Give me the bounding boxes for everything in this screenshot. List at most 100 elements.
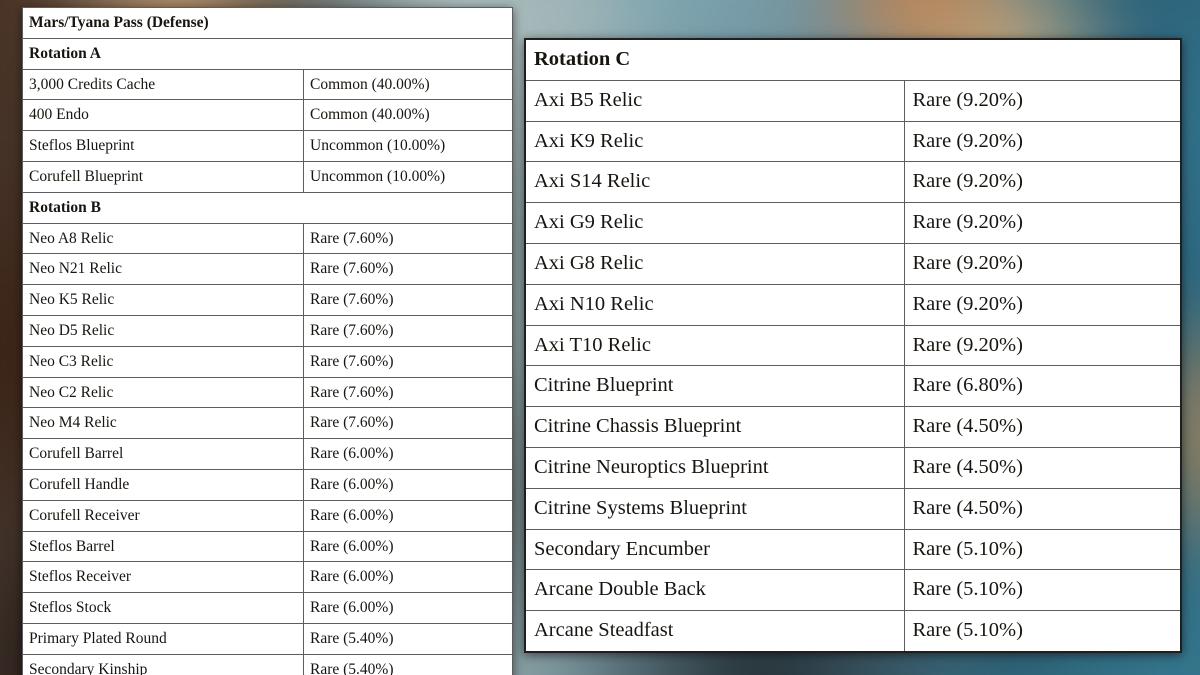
table-row: Neo N21 Relic Rare (7.60%) — [22, 253, 514, 286]
table-row: Axi G9 Relic Rare (9.20%) — [524, 202, 1182, 244]
reward-name-cell: Axi S14 Relic — [524, 161, 905, 204]
table-row: Arcane Steadfast Rare (5.10%) — [524, 610, 1182, 653]
table-row: Arcane Double Back Rare (5.10%) — [524, 569, 1182, 612]
reward-rarity-cell: Rare (6.00%) — [302, 468, 514, 501]
reward-rarity-cell: Rare (5.10%) — [903, 528, 1182, 571]
reward-rarity-cell: Rare (9.20%) — [903, 242, 1182, 285]
reward-rarity-cell: Rare (6.00%) — [302, 499, 514, 532]
reward-name-cell: Axi G9 Relic — [524, 202, 905, 244]
table-row: Citrine Blueprint Rare (6.80%) — [524, 365, 1182, 408]
drop-table-mars-tyana-pass: Mars/Tyana Pass (Defense) Rotation A 3,000… — [21, 7, 514, 675]
reward-rarity-cell: Uncommon (10.00%) — [302, 130, 514, 162]
reward-name-cell: Corufell Handle — [22, 468, 304, 501]
reward-rarity-cell: Rare (7.60%) — [302, 407, 514, 440]
drop-table-rotation-c: Rotation C Axi B5 Relic Rare (9.20%) Axi K9… — [524, 38, 1183, 653]
table-row: Mars/Tyana Pass (Defense) — [21, 7, 514, 39]
reward-name-cell: Axi B5 Relic — [524, 79, 905, 122]
reward-name-cell: Steflos Stock — [22, 592, 304, 624]
reward-name-cell: Corufell Receiver — [22, 499, 304, 532]
reward-name-cell: Steflos Receiver — [22, 561, 304, 594]
reward-rarity-cell: Rare (9.20%) — [903, 202, 1182, 244]
reward-rarity-cell: Uncommon (10.00%) — [302, 160, 514, 193]
reward-rarity-cell: Rare (4.50%) — [903, 446, 1182, 489]
reward-name-cell: Steflos Blueprint — [22, 130, 304, 162]
drop-table-right-body: Rotation C Axi B5 Relic Rare (9.20%) Axi K9… — [524, 38, 1182, 653]
reward-rarity-cell: Rare (4.50%) — [903, 406, 1182, 448]
table-row: Axi T10 Relic Rare (9.20%) — [524, 324, 1182, 367]
reward-rarity-cell: Rare (7.60%) — [302, 345, 514, 378]
reward-rarity-cell: Rare (6.00%) — [302, 592, 514, 624]
table-row: Axi N10 Relic Rare (9.20%) — [524, 283, 1182, 326]
reward-rarity-cell: Rare (5.10%) — [903, 610, 1182, 653]
table-row: Corufell Barrel Rare (6.00%) — [22, 438, 514, 470]
table-row: Citrine Neuroptics Blueprint Rare (4.50%) — [524, 446, 1182, 489]
reward-rarity-cell: Rare (5.40%) — [302, 653, 514, 675]
table-row: Axi G8 Relic Rare (9.20%) — [524, 242, 1182, 285]
reward-rarity-cell: Rare (6.00%) — [302, 438, 514, 470]
table-row: 400 Endo Common (40.00%) — [22, 99, 514, 132]
reward-name-cell: Citrine Chassis Blueprint — [524, 406, 905, 448]
reward-name-cell: Neo K5 Relic — [22, 284, 304, 316]
reward-name-cell: Secondary Kinship — [22, 653, 304, 675]
table-row: Corufell Blueprint Uncommon (10.00%) — [22, 160, 514, 193]
table-title-cell: Mars/Tyana Pass (Defense) — [21, 7, 514, 39]
reward-rarity-cell: Rare (7.60%) — [302, 314, 514, 347]
reward-rarity-cell: Rare (7.60%) — [302, 376, 514, 409]
table-row: Corufell Handle Rare (6.00%) — [22, 468, 514, 501]
reward-name-cell: Axi N10 Relic — [524, 283, 905, 326]
table-row: Secondary Encumber Rare (5.10%) — [524, 528, 1182, 571]
reward-name-cell: Neo D5 Relic — [22, 314, 304, 347]
table-row: Steflos Receiver Rare (6.00%) — [22, 561, 514, 594]
reward-rarity-cell: Rare (6.80%) — [903, 365, 1182, 408]
table-row: Primary Plated Round Rare (5.40%) — [22, 622, 514, 655]
table-row: 3,000 Credits Cache Common (40.00%) — [22, 68, 514, 101]
reward-name-cell: Secondary Encumber — [524, 528, 905, 571]
table-row: Rotation A — [21, 37, 514, 70]
drop-table-left-body: Mars/Tyana Pass (Defense) Rotation A 3,000… — [21, 7, 514, 675]
reward-name-cell: Citrine Neuroptics Blueprint — [524, 446, 905, 489]
reward-name-cell: 3,000 Credits Cache — [22, 68, 304, 101]
reward-name-cell: Steflos Barrel — [22, 530, 304, 563]
reward-rarity-cell: Common (40.00%) — [302, 99, 514, 132]
reward-name-cell: Neo A8 Relic — [22, 222, 304, 255]
rotation-header-cell: Rotation A — [21, 37, 514, 70]
reward-name-cell: Neo N21 Relic — [22, 253, 304, 286]
reward-name-cell: Axi K9 Relic — [524, 120, 905, 163]
reward-name-cell: Axi G8 Relic — [524, 242, 905, 285]
reward-rarity-cell: Rare (5.40%) — [302, 622, 514, 655]
reward-rarity-cell: Rare (4.50%) — [903, 487, 1182, 530]
table-row: Corufell Receiver Rare (6.00%) — [22, 499, 514, 532]
reward-name-cell: 400 Endo — [22, 99, 304, 132]
reward-name-cell: Corufell Blueprint — [22, 160, 304, 193]
reward-rarity-cell: Rare (7.60%) — [302, 222, 514, 255]
reward-name-cell: Neo C3 Relic — [22, 345, 304, 378]
reward-name-cell: Citrine Systems Blueprint — [524, 487, 905, 530]
reward-name-cell: Arcane Steadfast — [524, 610, 905, 653]
table-row: Neo A8 Relic Rare (7.60%) — [22, 222, 514, 255]
reward-rarity-cell: Rare (6.00%) — [302, 561, 514, 594]
reward-name-cell: Neo C2 Relic — [22, 376, 304, 409]
table-row: Rotation C — [524, 38, 1182, 81]
reward-rarity-cell: Rare (9.20%) — [903, 283, 1182, 326]
table-row: Steflos Barrel Rare (6.00%) — [22, 530, 514, 563]
table-row: Neo D5 Relic Rare (7.60%) — [22, 314, 514, 347]
reward-rarity-cell: Rare (5.10%) — [903, 569, 1182, 612]
table-row: Neo M4 Relic Rare (7.60%) — [22, 407, 514, 440]
reward-rarity-cell: Rare (9.20%) — [903, 79, 1182, 122]
reward-name-cell: Citrine Blueprint — [524, 365, 905, 408]
reward-rarity-cell: Common (40.00%) — [302, 68, 514, 101]
reward-name-cell: Primary Plated Round — [22, 622, 304, 655]
table-row: Axi B5 Relic Rare (9.20%) — [524, 79, 1182, 122]
table-row: Rotation B — [21, 191, 514, 224]
table-row: Axi S14 Relic Rare (9.20%) — [524, 161, 1182, 204]
table-row: Neo C3 Relic Rare (7.60%) — [22, 345, 514, 378]
table-row: Citrine Systems Blueprint Rare (4.50%) — [524, 487, 1182, 530]
reward-rarity-cell: Rare (6.00%) — [302, 530, 514, 563]
reward-rarity-cell: Rare (7.60%) — [302, 253, 514, 286]
table-row: Secondary Kinship Rare (5.40%) — [22, 653, 514, 675]
table-row: Neo K5 Relic Rare (7.60%) — [22, 284, 514, 316]
reward-name-cell: Neo M4 Relic — [22, 407, 304, 440]
reward-name-cell: Arcane Double Back — [524, 569, 905, 612]
table-row: Steflos Blueprint Uncommon (10.00%) — [22, 130, 514, 162]
rotation-header-cell: Rotation C — [524, 38, 1182, 81]
